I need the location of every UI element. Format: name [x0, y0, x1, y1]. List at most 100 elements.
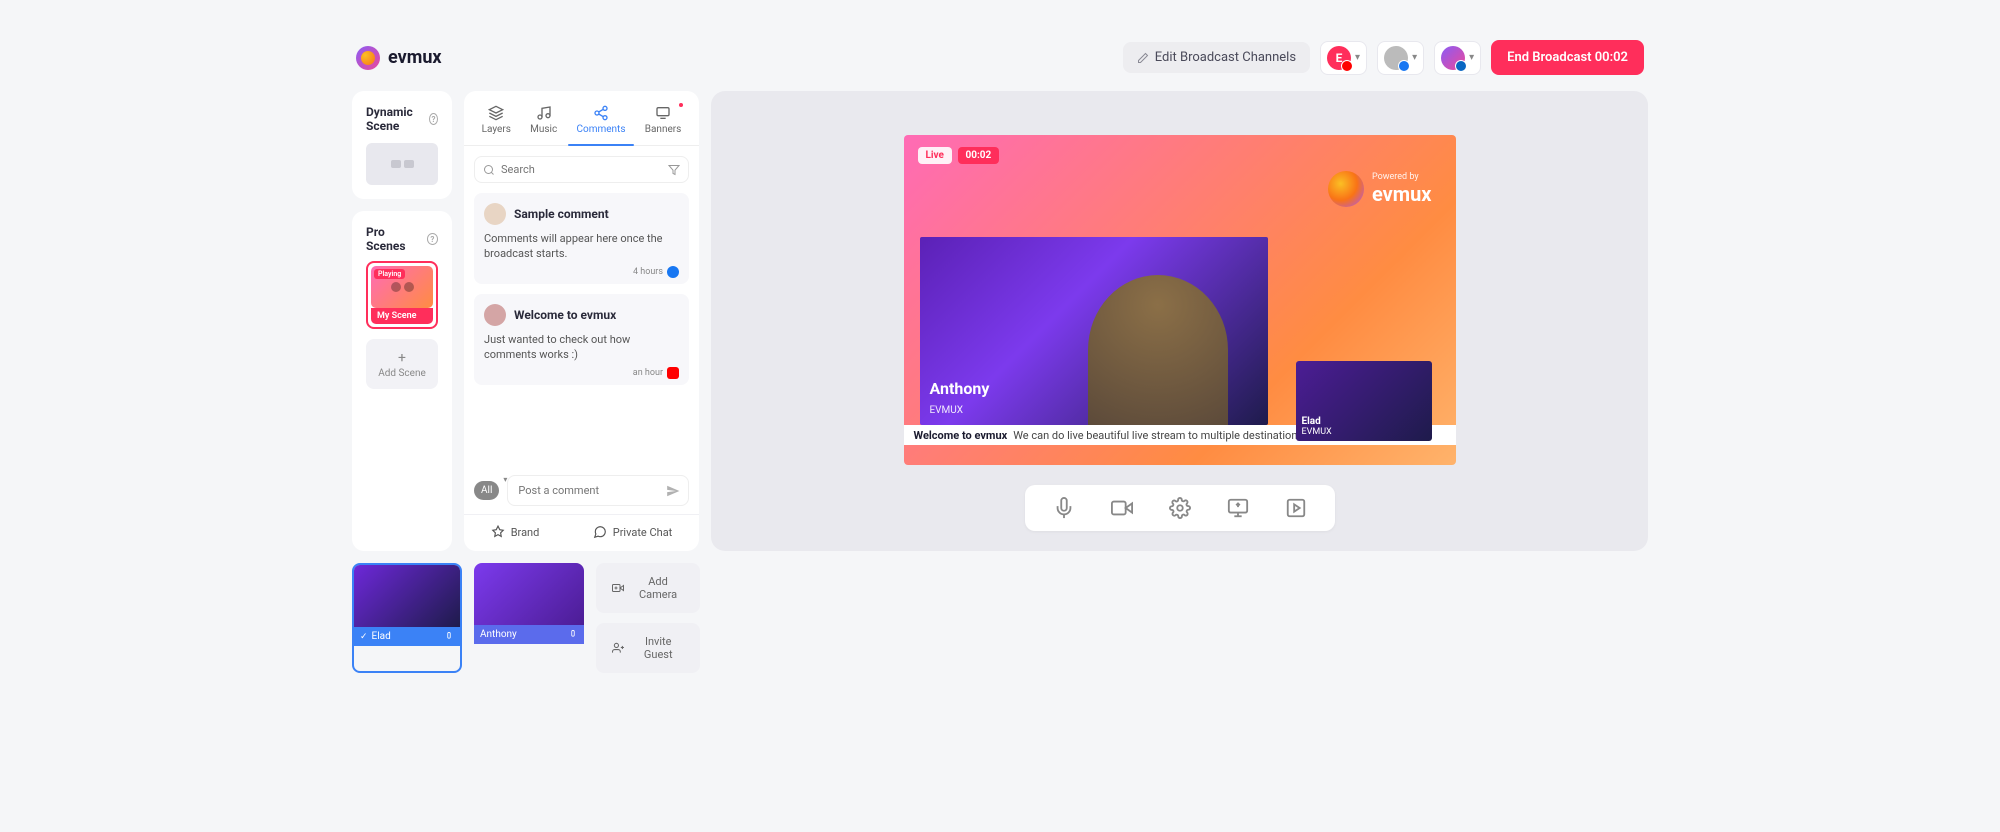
- person-silhouette: [1088, 275, 1228, 425]
- tab-layers[interactable]: Layers: [474, 101, 519, 145]
- chat-icon: [593, 525, 607, 539]
- end-broadcast-button[interactable]: End Broadcast 00:02: [1491, 40, 1644, 75]
- camera-tile-elad[interactable]: ✓Elad: [352, 563, 462, 673]
- filter-icon[interactable]: [668, 164, 680, 176]
- pro-scenes-title: Pro Scenes?: [366, 225, 438, 253]
- live-badge: Live: [918, 147, 952, 164]
- timer-badge: 00:02: [958, 147, 1000, 164]
- media-button[interactable]: [1285, 497, 1307, 519]
- camera-button[interactable]: [1111, 497, 1133, 519]
- tabs-panel: Layers Music Comments Banners: [464, 91, 699, 551]
- mic-icon[interactable]: [568, 630, 578, 640]
- comment-author: Sample comment: [514, 207, 609, 221]
- scenes-column: Dynamic Scene? Pro Scenes? Playing My Sc…: [352, 91, 452, 551]
- tab-music[interactable]: Music: [522, 101, 565, 145]
- brand-button[interactable]: Brand: [491, 525, 540, 539]
- pro-scenes-panel: Pro Scenes? Playing My Scene + Add Scene: [352, 211, 452, 551]
- check-icon: ✓: [360, 632, 368, 642]
- tab-banners[interactable]: Banners: [637, 101, 690, 145]
- help-icon[interactable]: ?: [427, 233, 438, 245]
- notification-dot-icon: [679, 103, 683, 107]
- help-icon[interactable]: ?: [429, 113, 438, 125]
- media-icon: [1285, 497, 1307, 519]
- powered-logo-icon: [1328, 171, 1364, 207]
- edit-channels-button[interactable]: Edit Broadcast Channels: [1123, 42, 1310, 73]
- channel-avatar: [1441, 46, 1465, 70]
- channel-selector[interactable]: All ▾: [474, 481, 499, 500]
- invite-guest-button[interactable]: Invite Guest: [596, 623, 700, 673]
- logo-area[interactable]: evmux: [356, 46, 442, 70]
- comment-card[interactable]: Welcome to evmux Just wanted to check ou…: [474, 294, 689, 385]
- youtube-badge-icon: [1341, 60, 1353, 72]
- linkedin-badge-icon: [1455, 60, 1467, 72]
- powered-by: Powered by evmux: [1328, 171, 1432, 207]
- preview-column: Live 00:02 Powered by evmux Anthony: [711, 91, 1648, 551]
- pencil-icon: [1137, 52, 1149, 64]
- comment-input[interactable]: [518, 484, 658, 497]
- mic-icon: [1053, 497, 1075, 519]
- playing-badge: Playing: [374, 269, 405, 279]
- compose-row: All ▾: [474, 475, 689, 506]
- mic-icon[interactable]: [444, 632, 454, 642]
- comment-header: Welcome to evmux: [484, 304, 679, 326]
- brand-icon: [491, 525, 505, 539]
- dynamic-scene-thumb[interactable]: [366, 143, 438, 185]
- channel-avatar: E: [1327, 46, 1351, 70]
- private-chat-button[interactable]: Private Chat: [593, 525, 673, 539]
- add-scene-button[interactable]: + Add Scene: [366, 339, 438, 389]
- preview-area: Live 00:02 Powered by evmux Anthony: [711, 91, 1648, 551]
- tabs-bar: Layers Music Comments Banners: [464, 101, 699, 146]
- mic-button[interactable]: [1053, 497, 1075, 519]
- chevron-down-icon: ▾: [1355, 52, 1360, 63]
- camera-label: ✓Elad: [354, 627, 460, 646]
- facebook-badge-icon: [1398, 60, 1410, 72]
- music-icon: [536, 105, 552, 121]
- search-input[interactable]: [501, 163, 662, 176]
- bottom-actions: Brand Private Chat: [464, 514, 699, 551]
- main-camera-feed: Anthony EVMUX: [920, 237, 1268, 425]
- search-row: [474, 156, 689, 183]
- camera-label: Anthony: [474, 625, 584, 644]
- tab-comments[interactable]: Comments: [568, 101, 633, 145]
- youtube-icon: [667, 367, 679, 379]
- add-camera-icon: [612, 581, 624, 595]
- chevron-down-icon: ▾: [1412, 52, 1417, 63]
- settings-button[interactable]: [1169, 497, 1191, 519]
- channel-chip-2[interactable]: ▾: [1377, 41, 1424, 75]
- gear-icon: [1169, 497, 1191, 519]
- layers-icon: [488, 105, 504, 121]
- facebook-icon: [667, 266, 679, 278]
- app-root: evmux Edit Broadcast Channels E ▾ ▾ ▾ En…: [340, 20, 1660, 685]
- brand-name: evmux: [388, 47, 442, 68]
- pro-scene-card[interactable]: Playing My Scene: [366, 261, 438, 329]
- logo-icon: [356, 46, 380, 70]
- header-actions: Edit Broadcast Channels E ▾ ▾ ▾ End Broa…: [1123, 40, 1644, 75]
- plus-icon: +: [398, 350, 406, 366]
- header: evmux Edit Broadcast Channels E ▾ ▾ ▾ En…: [352, 32, 1648, 91]
- camera-icon: [1111, 497, 1133, 519]
- comments-icon: [593, 105, 609, 121]
- comment-body: Just wanted to check out how comments wo…: [484, 332, 679, 363]
- comment-header: Sample comment: [484, 203, 679, 225]
- screenshare-button[interactable]: [1227, 497, 1249, 519]
- channel-chip-3[interactable]: ▾: [1434, 41, 1481, 75]
- comment-meta: 4 hours: [484, 266, 679, 278]
- add-scene-label: Add Scene: [378, 368, 426, 379]
- channel-chip-1[interactable]: E ▾: [1320, 41, 1367, 75]
- camera-preview: [354, 565, 460, 627]
- dynamic-scene-title: Dynamic Scene?: [366, 105, 438, 133]
- send-icon[interactable]: [666, 484, 680, 498]
- channel-avatar: [1384, 46, 1408, 70]
- main-cam-nameplate: Anthony EVMUX: [930, 379, 990, 417]
- comment-author: Welcome to evmux: [514, 308, 616, 322]
- dynamic-scene-panel: Dynamic Scene?: [352, 91, 452, 199]
- add-camera-button[interactable]: Add Camera: [596, 563, 700, 613]
- comment-meta: an hour: [484, 367, 679, 379]
- main-layout: Dynamic Scene? Pro Scenes? Playing My Sc…: [352, 91, 1648, 551]
- comment-card[interactable]: Sample comment Comments will appear here…: [474, 193, 689, 284]
- camera-tile-anthony[interactable]: Anthony: [474, 563, 584, 673]
- banners-icon: [655, 105, 671, 121]
- comments-column: Layers Music Comments Banners: [464, 91, 699, 551]
- comment-body: Comments will appear here once the broad…: [484, 231, 679, 262]
- control-bar: [1025, 485, 1335, 531]
